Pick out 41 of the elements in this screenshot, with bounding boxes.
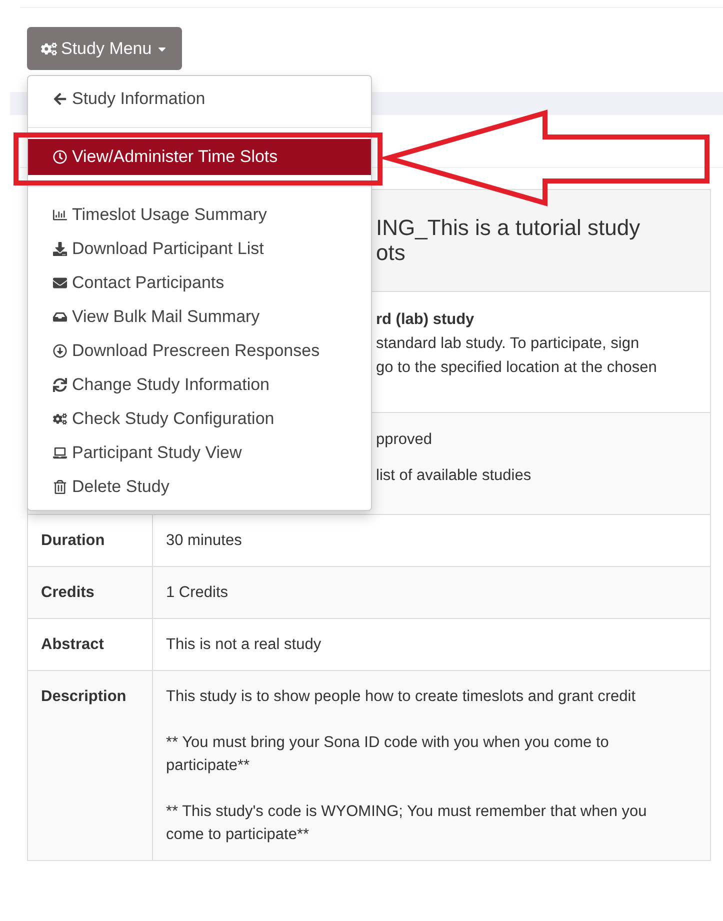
study-menu-button[interactable]: Study Menu bbox=[27, 27, 182, 70]
menu-item[interactable]: Contact Participants bbox=[28, 266, 371, 300]
table-label-cell: Description bbox=[28, 671, 153, 860]
menu-item[interactable]: Participant Study View bbox=[28, 436, 371, 470]
refresh-icon bbox=[53, 378, 67, 392]
study-title: ots bbox=[376, 240, 406, 265]
cell-paragraph: This is not a real study bbox=[166, 635, 322, 655]
menu-item[interactable]: Change Study Information bbox=[28, 368, 371, 402]
circle-arrow-down-icon bbox=[53, 344, 67, 358]
menu-item[interactable]: Check Study Configuration bbox=[28, 402, 371, 436]
arrow-left-icon bbox=[53, 92, 67, 106]
menu-item[interactable]: Study Information bbox=[28, 82, 371, 116]
inbox-icon bbox=[53, 310, 67, 324]
laptop-icon bbox=[53, 446, 67, 460]
table-cell-text: list of available studies bbox=[376, 466, 532, 486]
cell-paragraph: 30 minutes bbox=[166, 531, 243, 551]
table-label-cell: Duration bbox=[28, 515, 153, 566]
menu-item[interactable]: Timeslot Usage Summary bbox=[28, 198, 371, 232]
cell-paragraph: 1 Credits bbox=[166, 583, 230, 603]
table-cell-text: standard lab study. To participate, sign bbox=[376, 334, 640, 354]
gears-icon bbox=[41, 40, 57, 56]
study-title: ING_This is a tutorial study bbox=[376, 215, 640, 240]
trash-icon bbox=[53, 480, 67, 494]
menu-item[interactable]: Delete Study bbox=[28, 470, 371, 504]
bar-chart-icon bbox=[53, 208, 67, 222]
clock-icon bbox=[53, 150, 67, 164]
cell-paragraph: ** You must bring your Sona ID code with you when you come to participate** bbox=[166, 733, 610, 776]
table-cell-text: pproved bbox=[376, 430, 432, 450]
table-label-cell: Abstract bbox=[28, 619, 153, 670]
table-cell-text: go to the specified location at the chosen bbox=[376, 358, 657, 378]
cell-paragraph: ** This study's code is WYOMING; You must remember that when you come to participate** bbox=[166, 802, 648, 845]
menu-item[interactable]: Download Prescreen Responses bbox=[28, 334, 371, 368]
gears-icon bbox=[53, 412, 67, 426]
download-icon bbox=[53, 242, 67, 256]
cell-paragraph: This study is to show people how to create timeslots and grant credit bbox=[166, 687, 637, 707]
envelope-icon bbox=[53, 276, 67, 290]
menu-item[interactable]: View/Administer Time Slots bbox=[28, 139, 371, 175]
menu-item[interactable]: Download Participant List bbox=[28, 232, 371, 266]
table-label-cell: Credits bbox=[28, 567, 153, 618]
menu-item[interactable]: View Bulk Mail Summary bbox=[28, 300, 371, 334]
table-cell-text: rd (lab) study bbox=[376, 310, 474, 330]
